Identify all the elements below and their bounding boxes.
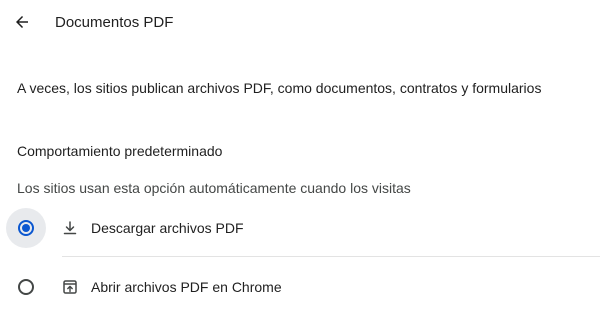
open-in-browser-icon	[62, 279, 78, 295]
arrow-back-icon	[16, 16, 28, 28]
download-icon	[62, 220, 78, 236]
section-subtitle: Los sitios usan esta opción automáticame…	[17, 180, 411, 196]
radio-download-pdf[interactable]	[6, 208, 46, 248]
radio-unchecked-indicator	[18, 279, 34, 295]
page-title: Documentos PDF	[55, 14, 174, 31]
option-download-pdf[interactable]: Descargar archivos PDF	[0, 203, 600, 255]
option-open-pdf-in-chrome[interactable]: Abrir archivos PDF en Chrome	[0, 262, 600, 314]
section-heading: Comportamiento predeterminado	[17, 143, 223, 159]
divider	[62, 256, 600, 257]
radio-checked-indicator	[18, 220, 34, 236]
back-button[interactable]	[6, 6, 38, 38]
option-label: Abrir archivos PDF en Chrome	[91, 279, 282, 295]
option-label: Descargar archivos PDF	[91, 220, 244, 236]
page-description: A veces, los sitios publican archivos PD…	[17, 80, 542, 96]
radio-open-pdf-in-chrome[interactable]	[6, 267, 46, 307]
page-header: Documentos PDF	[0, 0, 600, 48]
